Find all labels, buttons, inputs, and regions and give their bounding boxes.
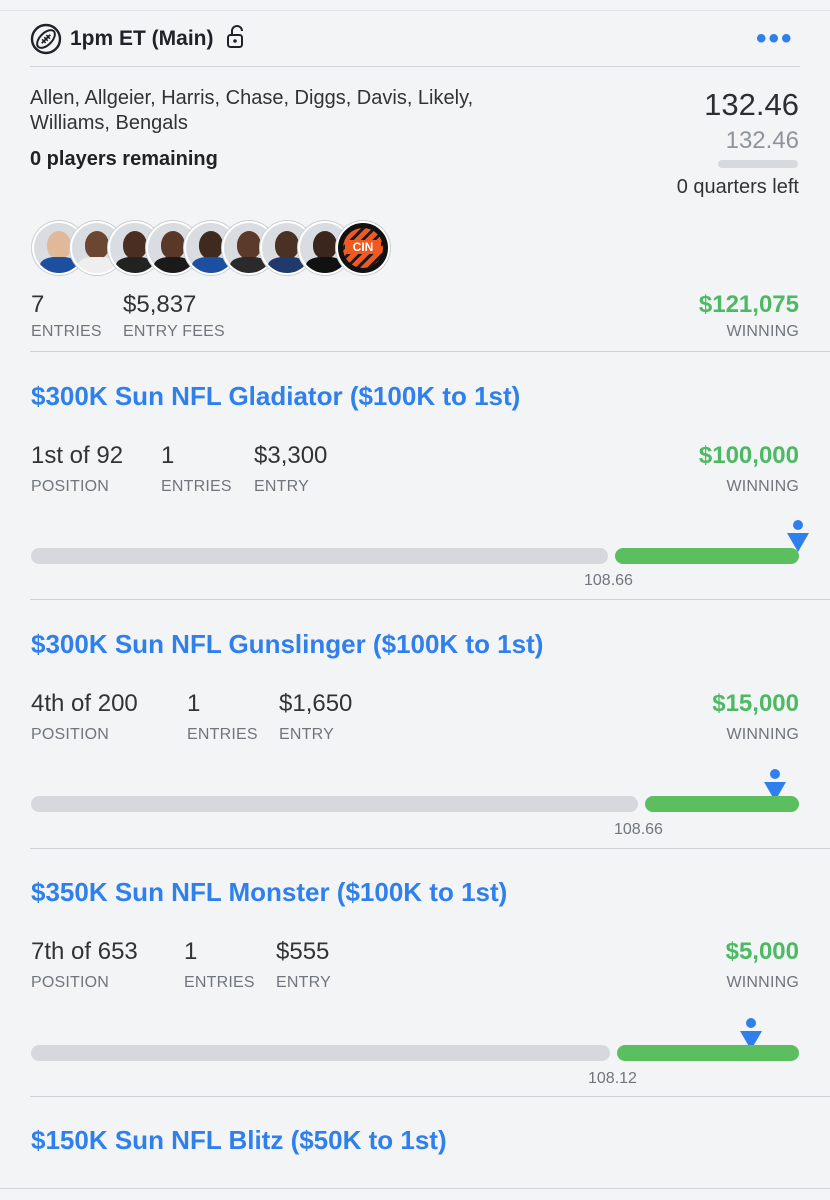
contest-entry-label: ENTRY bbox=[276, 974, 331, 991]
contest-title[interactable]: $150K Sun NFL Blitz ($50K to 1st) bbox=[31, 1125, 447, 1156]
contest-position-value: 4th of 200 bbox=[31, 690, 138, 717]
entry-fees-value: $5,837 bbox=[123, 291, 197, 318]
contest-entry-value: $1,650 bbox=[279, 690, 353, 717]
contest-position-label: POSITION bbox=[31, 478, 110, 495]
bottom-divider bbox=[0, 1188, 830, 1189]
quarters-left: 0 quarters left bbox=[676, 176, 799, 198]
lineup-avatars[interactable]: CIN bbox=[32, 221, 390, 275]
entry-fees-label: ENTRY FEES bbox=[123, 323, 225, 340]
payout-line-bar bbox=[31, 548, 608, 564]
cutoff-score: 108.12 bbox=[588, 1070, 637, 1087]
lineup-players-line1: Allen, Allgeier, Harris, Chase, Diggs, D… bbox=[30, 87, 474, 109]
unlock-icon bbox=[226, 25, 246, 49]
slate-title[interactable]: 1pm ET (Main) bbox=[70, 27, 214, 51]
payout-line-bar bbox=[31, 796, 638, 812]
section-divider bbox=[30, 599, 830, 600]
contest-entries-value: 1 bbox=[187, 690, 201, 717]
total-winning-label: WINNING bbox=[726, 323, 799, 340]
contest-entry-label: ENTRY bbox=[254, 478, 309, 495]
contest-winning-value: $15,000 bbox=[712, 690, 799, 717]
lineup-players: Allen, Allgeier, Harris, Chase, Diggs, D… bbox=[30, 86, 473, 136]
contest-entry-value: $555 bbox=[276, 938, 330, 965]
winning-zone-bar bbox=[645, 796, 799, 812]
contest-entry-label: ENTRY bbox=[279, 726, 334, 743]
quarters-progress-bar bbox=[718, 160, 798, 168]
football-icon bbox=[30, 23, 62, 55]
team-logo-avatar[interactable]: CIN bbox=[336, 221, 390, 275]
section-divider bbox=[30, 1096, 830, 1097]
lineup-score: 132.46 bbox=[704, 87, 799, 122]
contest-winning-label: WINNING bbox=[726, 478, 799, 495]
section-divider bbox=[30, 351, 830, 352]
contest-entry-value: $3,300 bbox=[254, 442, 328, 469]
lineup-players-line2: Williams, Bengals bbox=[30, 112, 188, 134]
contest-position-label: POSITION bbox=[31, 974, 110, 991]
bengals-logo-icon: CIN bbox=[343, 228, 383, 268]
entries-label: ENTRIES bbox=[31, 323, 102, 340]
players-remaining: 0 players remaining bbox=[30, 148, 218, 170]
winning-zone-bar bbox=[617, 1045, 799, 1061]
contest-winning-value: $5,000 bbox=[725, 938, 799, 965]
lineup-projected-score: 132.46 bbox=[725, 127, 799, 154]
contest-title[interactable]: $300K Sun NFL Gladiator ($100K to 1st) bbox=[31, 381, 520, 412]
contest-winning-label: WINNING bbox=[726, 726, 799, 743]
contest-entries-label: ENTRIES bbox=[184, 974, 255, 991]
contest-position-value: 1st of 92 bbox=[31, 442, 124, 469]
header-divider bbox=[30, 66, 800, 67]
section-divider bbox=[30, 848, 830, 849]
contest-title[interactable]: $350K Sun NFL Monster ($100K to 1st) bbox=[31, 877, 507, 908]
payout-line-bar bbox=[31, 1045, 610, 1061]
contest-position-label: POSITION bbox=[31, 726, 110, 743]
winning-zone-bar bbox=[615, 548, 799, 564]
contest-entries-value: 1 bbox=[161, 442, 175, 469]
contest-entries-label: ENTRIES bbox=[161, 478, 232, 495]
contest-entries-value: 1 bbox=[184, 938, 198, 965]
more-options-button[interactable]: ••• bbox=[756, 24, 794, 54]
contest-position-value: 7th of 653 bbox=[31, 938, 138, 965]
cutoff-score: 108.66 bbox=[584, 572, 633, 589]
team-logo-text: CIN bbox=[345, 240, 381, 254]
top-strip bbox=[0, 0, 830, 11]
contest-winning-label: WINNING bbox=[726, 974, 799, 991]
contest-title[interactable]: $300K Sun NFL Gunslinger ($100K to 1st) bbox=[31, 629, 543, 660]
contest-entries-label: ENTRIES bbox=[187, 726, 258, 743]
total-winning-value: $121,075 bbox=[698, 291, 799, 318]
contest-winning-value: $100,000 bbox=[698, 442, 799, 469]
cutoff-score: 108.66 bbox=[614, 821, 663, 838]
entries-value: 7 bbox=[31, 291, 45, 318]
